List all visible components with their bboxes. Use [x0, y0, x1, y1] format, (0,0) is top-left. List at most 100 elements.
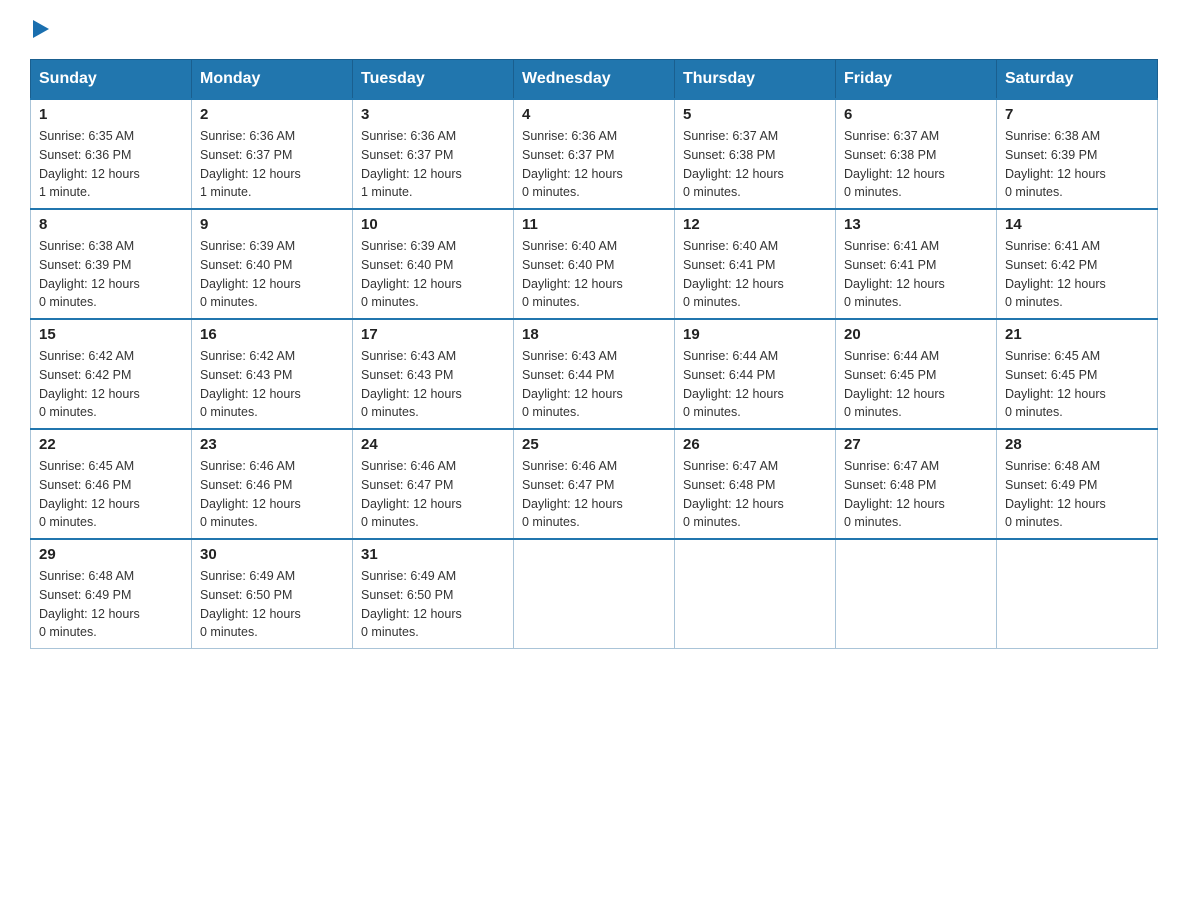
header-thursday: Thursday — [675, 60, 836, 100]
day-number: 17 — [361, 326, 505, 343]
day-info: Sunrise: 6:37 AMSunset: 6:38 PMDaylight:… — [683, 129, 784, 199]
day-info: Sunrise: 6:39 AMSunset: 6:40 PMDaylight:… — [200, 239, 301, 309]
day-info: Sunrise: 6:41 AMSunset: 6:41 PMDaylight:… — [844, 239, 945, 309]
header-tuesday: Tuesday — [353, 60, 514, 100]
calendar-table: SundayMondayTuesdayWednesdayThursdayFrid… — [30, 59, 1158, 649]
day-info: Sunrise: 6:42 AMSunset: 6:42 PMDaylight:… — [39, 349, 140, 419]
day-number: 26 — [683, 436, 827, 453]
day-number: 27 — [844, 436, 988, 453]
header-friday: Friday — [836, 60, 997, 100]
day-number: 29 — [39, 546, 183, 563]
calendar-cell: 1 Sunrise: 6:35 AMSunset: 6:36 PMDayligh… — [31, 99, 192, 209]
day-info: Sunrise: 6:44 AMSunset: 6:45 PMDaylight:… — [844, 349, 945, 419]
day-number: 28 — [1005, 436, 1149, 453]
calendar-cell: 13 Sunrise: 6:41 AMSunset: 6:41 PMDaylig… — [836, 209, 997, 319]
week-row-1: 1 Sunrise: 6:35 AMSunset: 6:36 PMDayligh… — [31, 99, 1158, 209]
day-number: 30 — [200, 546, 344, 563]
calendar-cell: 4 Sunrise: 6:36 AMSunset: 6:37 PMDayligh… — [514, 99, 675, 209]
day-info: Sunrise: 6:40 AMSunset: 6:41 PMDaylight:… — [683, 239, 784, 309]
calendar-cell: 12 Sunrise: 6:40 AMSunset: 6:41 PMDaylig… — [675, 209, 836, 319]
day-number: 13 — [844, 216, 988, 233]
calendar-cell: 26 Sunrise: 6:47 AMSunset: 6:48 PMDaylig… — [675, 429, 836, 539]
day-info: Sunrise: 6:45 AMSunset: 6:45 PMDaylight:… — [1005, 349, 1106, 419]
calendar-cell: 21 Sunrise: 6:45 AMSunset: 6:45 PMDaylig… — [997, 319, 1158, 429]
calendar-cell: 16 Sunrise: 6:42 AMSunset: 6:43 PMDaylig… — [192, 319, 353, 429]
day-number: 5 — [683, 106, 827, 123]
calendar-cell: 8 Sunrise: 6:38 AMSunset: 6:39 PMDayligh… — [31, 209, 192, 319]
calendar-cell: 20 Sunrise: 6:44 AMSunset: 6:45 PMDaylig… — [836, 319, 997, 429]
day-info: Sunrise: 6:36 AMSunset: 6:37 PMDaylight:… — [200, 129, 301, 199]
day-info: Sunrise: 6:40 AMSunset: 6:40 PMDaylight:… — [522, 239, 623, 309]
day-info: Sunrise: 6:47 AMSunset: 6:48 PMDaylight:… — [683, 459, 784, 529]
page-header — [30, 20, 1158, 39]
calendar-cell: 9 Sunrise: 6:39 AMSunset: 6:40 PMDayligh… — [192, 209, 353, 319]
week-row-4: 22 Sunrise: 6:45 AMSunset: 6:46 PMDaylig… — [31, 429, 1158, 539]
day-number: 31 — [361, 546, 505, 563]
calendar-cell: 2 Sunrise: 6:36 AMSunset: 6:37 PMDayligh… — [192, 99, 353, 209]
calendar-cell — [836, 539, 997, 649]
calendar-cell: 5 Sunrise: 6:37 AMSunset: 6:38 PMDayligh… — [675, 99, 836, 209]
day-number: 12 — [683, 216, 827, 233]
day-info: Sunrise: 6:48 AMSunset: 6:49 PMDaylight:… — [1005, 459, 1106, 529]
calendar-cell — [514, 539, 675, 649]
day-number: 15 — [39, 326, 183, 343]
day-number: 14 — [1005, 216, 1149, 233]
header-wednesday: Wednesday — [514, 60, 675, 100]
day-info: Sunrise: 6:38 AMSunset: 6:39 PMDaylight:… — [39, 239, 140, 309]
header-monday: Monday — [192, 60, 353, 100]
calendar-cell: 10 Sunrise: 6:39 AMSunset: 6:40 PMDaylig… — [353, 209, 514, 319]
logo — [30, 20, 49, 39]
header-row: SundayMondayTuesdayWednesdayThursdayFrid… — [31, 60, 1158, 100]
calendar-cell — [997, 539, 1158, 649]
calendar-cell: 3 Sunrise: 6:36 AMSunset: 6:37 PMDayligh… — [353, 99, 514, 209]
day-number: 16 — [200, 326, 344, 343]
day-number: 24 — [361, 436, 505, 453]
calendar-cell: 19 Sunrise: 6:44 AMSunset: 6:44 PMDaylig… — [675, 319, 836, 429]
day-info: Sunrise: 6:43 AMSunset: 6:44 PMDaylight:… — [522, 349, 623, 419]
logo-arrow-icon — [33, 20, 49, 38]
day-number: 19 — [683, 326, 827, 343]
day-number: 18 — [522, 326, 666, 343]
day-info: Sunrise: 6:49 AMSunset: 6:50 PMDaylight:… — [200, 569, 301, 639]
day-number: 4 — [522, 106, 666, 123]
day-info: Sunrise: 6:44 AMSunset: 6:44 PMDaylight:… — [683, 349, 784, 419]
day-number: 23 — [200, 436, 344, 453]
calendar-cell: 22 Sunrise: 6:45 AMSunset: 6:46 PMDaylig… — [31, 429, 192, 539]
day-info: Sunrise: 6:48 AMSunset: 6:49 PMDaylight:… — [39, 569, 140, 639]
week-row-2: 8 Sunrise: 6:38 AMSunset: 6:39 PMDayligh… — [31, 209, 1158, 319]
day-number: 7 — [1005, 106, 1149, 123]
calendar-cell: 18 Sunrise: 6:43 AMSunset: 6:44 PMDaylig… — [514, 319, 675, 429]
day-info: Sunrise: 6:43 AMSunset: 6:43 PMDaylight:… — [361, 349, 462, 419]
day-info: Sunrise: 6:36 AMSunset: 6:37 PMDaylight:… — [361, 129, 462, 199]
day-number: 22 — [39, 436, 183, 453]
day-info: Sunrise: 6:38 AMSunset: 6:39 PMDaylight:… — [1005, 129, 1106, 199]
header-sunday: Sunday — [31, 60, 192, 100]
calendar-cell: 7 Sunrise: 6:38 AMSunset: 6:39 PMDayligh… — [997, 99, 1158, 209]
day-info: Sunrise: 6:41 AMSunset: 6:42 PMDaylight:… — [1005, 239, 1106, 309]
day-info: Sunrise: 6:45 AMSunset: 6:46 PMDaylight:… — [39, 459, 140, 529]
day-number: 9 — [200, 216, 344, 233]
day-info: Sunrise: 6:47 AMSunset: 6:48 PMDaylight:… — [844, 459, 945, 529]
calendar-cell: 17 Sunrise: 6:43 AMSunset: 6:43 PMDaylig… — [353, 319, 514, 429]
day-number: 21 — [1005, 326, 1149, 343]
day-number: 1 — [39, 106, 183, 123]
calendar-cell: 29 Sunrise: 6:48 AMSunset: 6:49 PMDaylig… — [31, 539, 192, 649]
week-row-5: 29 Sunrise: 6:48 AMSunset: 6:49 PMDaylig… — [31, 539, 1158, 649]
calendar-cell: 28 Sunrise: 6:48 AMSunset: 6:49 PMDaylig… — [997, 429, 1158, 539]
day-info: Sunrise: 6:46 AMSunset: 6:47 PMDaylight:… — [522, 459, 623, 529]
day-info: Sunrise: 6:46 AMSunset: 6:46 PMDaylight:… — [200, 459, 301, 529]
day-info: Sunrise: 6:42 AMSunset: 6:43 PMDaylight:… — [200, 349, 301, 419]
calendar-cell: 24 Sunrise: 6:46 AMSunset: 6:47 PMDaylig… — [353, 429, 514, 539]
day-info: Sunrise: 6:46 AMSunset: 6:47 PMDaylight:… — [361, 459, 462, 529]
day-number: 25 — [522, 436, 666, 453]
day-info: Sunrise: 6:37 AMSunset: 6:38 PMDaylight:… — [844, 129, 945, 199]
day-number: 8 — [39, 216, 183, 233]
calendar-cell: 15 Sunrise: 6:42 AMSunset: 6:42 PMDaylig… — [31, 319, 192, 429]
calendar-cell: 31 Sunrise: 6:49 AMSunset: 6:50 PMDaylig… — [353, 539, 514, 649]
day-number: 11 — [522, 216, 666, 233]
day-number: 10 — [361, 216, 505, 233]
header-saturday: Saturday — [997, 60, 1158, 100]
day-info: Sunrise: 6:49 AMSunset: 6:50 PMDaylight:… — [361, 569, 462, 639]
calendar-cell: 14 Sunrise: 6:41 AMSunset: 6:42 PMDaylig… — [997, 209, 1158, 319]
calendar-cell: 25 Sunrise: 6:46 AMSunset: 6:47 PMDaylig… — [514, 429, 675, 539]
